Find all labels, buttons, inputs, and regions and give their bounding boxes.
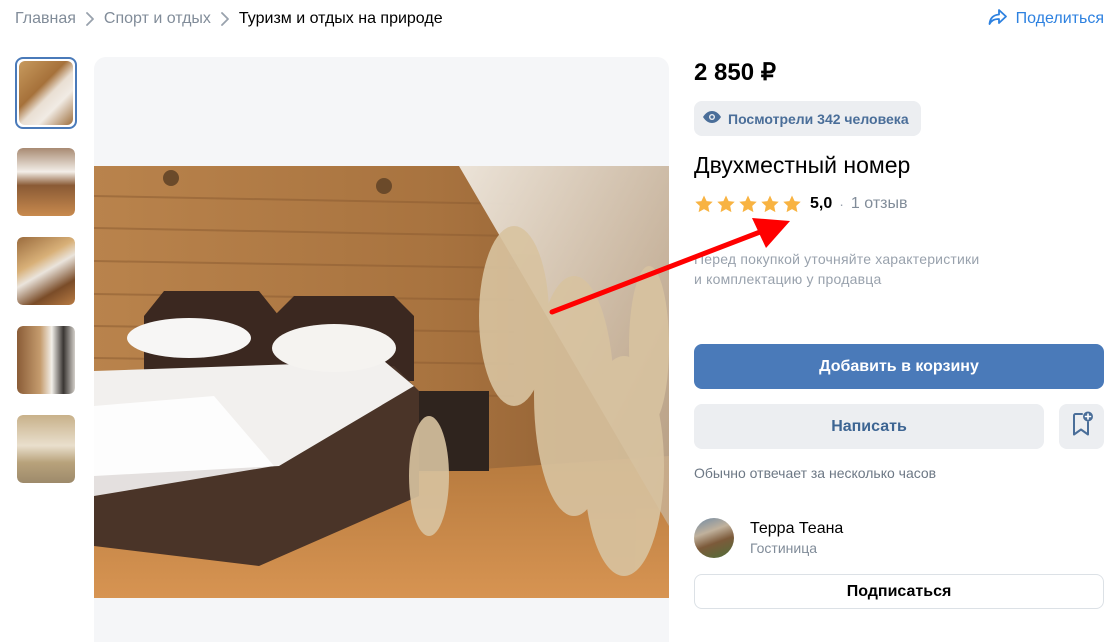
rating-stars bbox=[694, 194, 802, 214]
thumbnail-list bbox=[15, 57, 79, 502]
rating: 5,0 · 1 отзыв bbox=[694, 192, 907, 216]
bookmark-add-icon bbox=[1070, 411, 1094, 442]
purchase-note-line-1: Перед покупкой уточняйте характеристики bbox=[694, 251, 980, 267]
chevron-right-icon bbox=[86, 12, 94, 26]
views-text: Посмотрели 342 человека bbox=[728, 110, 909, 127]
reviews-link[interactable]: 1 отзыв bbox=[851, 195, 908, 213]
thumbnail-2[interactable] bbox=[15, 146, 77, 218]
main-photo[interactable] bbox=[94, 166, 669, 598]
eye-icon bbox=[702, 110, 722, 127]
bookmark-add-button[interactable] bbox=[1059, 404, 1104, 449]
seller-card: Терра Теана Гостиница bbox=[694, 518, 843, 558]
seller-type: Гостиница bbox=[750, 540, 818, 556]
thumbnail-3[interactable] bbox=[15, 235, 77, 307]
rating-separator: · bbox=[839, 196, 844, 212]
breadcrumb-sport[interactable]: Спорт и отдых bbox=[104, 10, 211, 28]
star-icon bbox=[738, 194, 758, 214]
breadcrumb-home[interactable]: Главная bbox=[15, 10, 76, 28]
share-icon bbox=[988, 8, 1008, 31]
subscribe-button[interactable]: Подписаться bbox=[694, 574, 1104, 609]
breadcrumb: Главная Спорт и отдых Туризм и отдых на … bbox=[15, 8, 443, 30]
star-icon bbox=[716, 194, 736, 214]
thumbnail-5[interactable] bbox=[15, 413, 77, 485]
purchase-note-line-2: и комплектацию у продавца bbox=[694, 271, 882, 287]
thumbnail-4[interactable] bbox=[15, 324, 77, 396]
chevron-right-icon bbox=[221, 12, 229, 26]
price: 2 850 ₽ bbox=[694, 59, 776, 86]
share-button[interactable]: Поделиться bbox=[988, 8, 1104, 30]
rating-value: 5,0 bbox=[810, 195, 833, 212]
purchase-note: Перед покупкой уточняйте характеристики … bbox=[694, 249, 1054, 289]
avatar[interactable] bbox=[694, 518, 734, 558]
star-icon bbox=[760, 194, 780, 214]
product-title: Двухместный номер bbox=[694, 152, 911, 178]
star-icon bbox=[782, 194, 802, 214]
star-icon bbox=[694, 194, 714, 214]
breadcrumb-current: Туризм и отдых на природе bbox=[238, 10, 443, 27]
write-button[interactable]: Написать bbox=[694, 404, 1044, 449]
share-label: Поделиться bbox=[1015, 10, 1104, 27]
seller-name[interactable]: Терра Теана bbox=[750, 520, 843, 538]
add-to-cart-button[interactable]: Добавить в корзину bbox=[694, 344, 1104, 389]
reply-time: Обычно отвечает за несколько часов bbox=[694, 465, 937, 481]
thumbnail-1[interactable] bbox=[15, 57, 77, 129]
views-badge: Посмотрели 342 человека bbox=[694, 101, 921, 136]
